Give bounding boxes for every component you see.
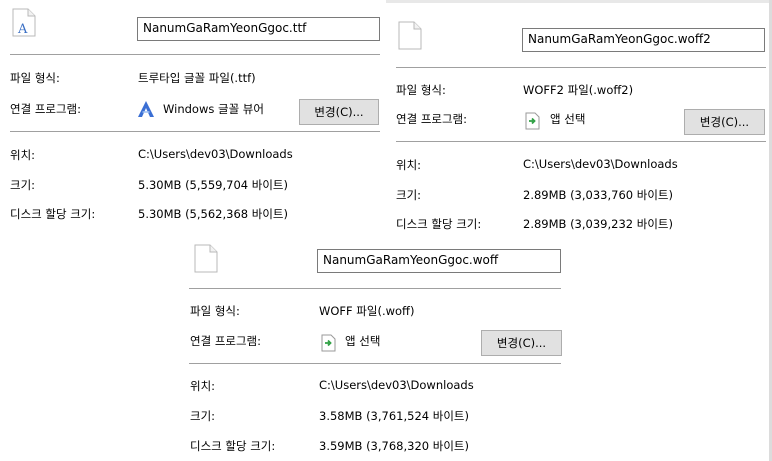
change-button[interactable]: 변경(C)... — [481, 330, 562, 356]
opens-with-value: 앱 선택 — [550, 112, 586, 126]
location-value: C:\Users\dev03\Downloads — [138, 147, 293, 161]
opens-with-value: Windows 글꼴 뷰어 — [163, 102, 264, 116]
choose-app-icon — [525, 112, 540, 130]
window-top-edge — [386, 0, 772, 3]
size-on-disk-value: 3.59MB (3,768,320 바이트) — [319, 439, 469, 453]
location-label: 위치: — [190, 379, 216, 393]
blank-file-icon — [398, 21, 422, 50]
file-type-label: 파일 형식: — [396, 83, 446, 97]
size-label: 크기: — [10, 178, 36, 192]
font-file-icon: A — [12, 8, 36, 37]
location-label: 위치: — [10, 148, 36, 162]
size-value: 2.89MB (3,033,760 바이트) — [523, 188, 673, 202]
properties-panel-woff: NanumGaRamYeonGgoc.woff 파일 형식: WOFF 파일(.… — [180, 237, 572, 461]
size-on-disk-value: 2.89MB (3,039,232 바이트) — [523, 217, 673, 231]
opens-with-value: 앱 선택 — [345, 334, 381, 348]
file-name-field[interactable]: NanumGaRamYeonGgoc.woff — [317, 249, 561, 273]
svg-text:A: A — [17, 22, 28, 37]
file-type-value: WOFF 파일(.woff) — [319, 304, 415, 318]
opens-with-label: 연결 프로그램: — [190, 334, 262, 348]
blank-file-icon — [194, 244, 218, 273]
size-label: 크기: — [396, 188, 422, 202]
separator — [10, 54, 380, 55]
opens-with-label: 연결 프로그램: — [396, 112, 468, 126]
size-on-disk-label: 디스크 할당 크기: — [396, 217, 482, 231]
size-on-disk-value: 5.30MB (5,562,368 바이트) — [138, 207, 288, 221]
separator — [396, 141, 766, 142]
separator — [189, 363, 561, 364]
file-type-label: 파일 형식: — [10, 71, 60, 85]
file-type-label: 파일 형식: — [190, 304, 240, 318]
location-value: C:\Users\dev03\Downloads — [523, 157, 678, 171]
font-viewer-icon — [138, 101, 154, 117]
change-button[interactable]: 변경(C)... — [299, 99, 379, 125]
location-value: C:\Users\dev03\Downloads — [319, 378, 474, 392]
opens-with-label: 연결 프로그램: — [10, 102, 82, 116]
file-type-value: 트루타입 글꼴 파일(.ttf) — [138, 71, 256, 85]
file-name-field[interactable]: NanumGaRamYeonGgoc.ttf — [137, 17, 380, 41]
file-type-value: WOFF2 파일(.woff2) — [523, 83, 634, 97]
properties-panel-woff2: NanumGaRamYeonGgoc.woff2 파일 형식: WOFF2 파일… — [386, 14, 772, 244]
size-on-disk-label: 디스크 할당 크기: — [10, 207, 96, 221]
location-label: 위치: — [396, 158, 422, 172]
choose-app-icon — [321, 334, 336, 352]
separator — [10, 131, 380, 132]
separator — [396, 67, 766, 68]
change-button[interactable]: 변경(C)... — [684, 109, 765, 135]
properties-panel-ttf: A NanumGaRamYeonGgoc.ttf 파일 형식: 트루타입 글꼴 … — [0, 0, 386, 230]
size-value: 5.30MB (5,559,704 바이트) — [138, 178, 288, 192]
size-value: 3.58MB (3,761,524 바이트) — [319, 409, 469, 423]
size-label: 크기: — [190, 409, 216, 423]
file-name-field[interactable]: NanumGaRamYeonGgoc.woff2 — [522, 28, 765, 52]
separator — [189, 288, 561, 289]
size-on-disk-label: 디스크 할당 크기: — [190, 439, 276, 453]
